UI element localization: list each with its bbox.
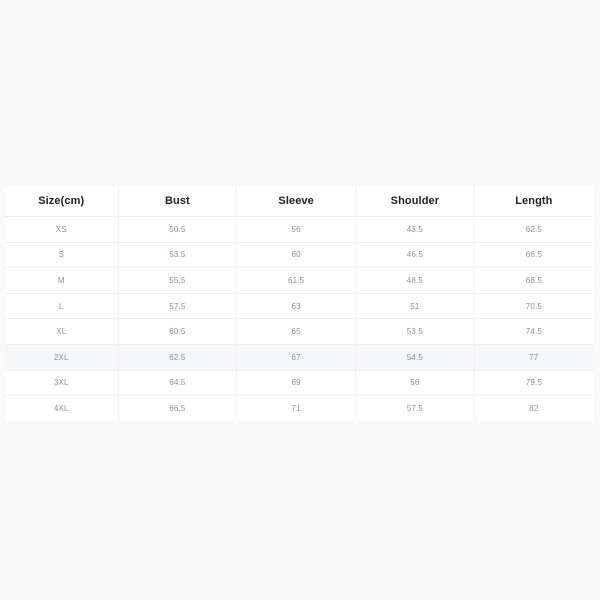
table-row: 4XL 66.5 71 57.5 82 (5, 395, 593, 421)
column-header-size: Size(cm) (5, 186, 119, 217)
table-body: XS 50.5 56 43.5 62.5 S 53.5 60 46.5 66.5 M 55.5 61.5… (5, 216, 593, 421)
cell-shoulder: 51 (355, 293, 475, 320)
cell-bust: 62.5 (118, 344, 238, 371)
cell-bust: 53.5 (118, 242, 238, 269)
table-row: XS 50.5 56 43.5 62.5 (5, 216, 593, 243)
cell-size: XL (5, 318, 119, 345)
cell-sleeve: 61.5 (236, 267, 356, 294)
cell-length: 77 (474, 344, 593, 371)
cell-sleeve: 71 (236, 395, 356, 421)
cell-size: L (5, 293, 119, 320)
cell-sleeve: 65 (236, 318, 356, 345)
cell-sleeve: 56 (236, 216, 356, 243)
cell-shoulder: 43.5 (355, 216, 475, 243)
cell-shoulder: 46.5 (355, 242, 475, 269)
cell-shoulder: 53.5 (355, 318, 475, 345)
cell-bust: 55.5 (118, 267, 238, 294)
cell-length: 79.5 (474, 370, 593, 397)
cell-length: 74.5 (474, 318, 593, 345)
cell-sleeve: 60 (236, 242, 356, 269)
cell-length: 70.5 (474, 293, 593, 320)
header-row: Size(cm) Bust Sleeve Shoulder Length (5, 186, 593, 217)
cell-size: 2XL (5, 344, 119, 371)
cell-shoulder: 57.5 (355, 395, 475, 421)
cell-size: S (5, 242, 119, 269)
cell-length: 68.5 (474, 267, 593, 294)
column-header-shoulder: Shoulder (355, 186, 475, 217)
cell-size: 4XL (5, 395, 119, 421)
table-row: 2XL 62.5 67 54.5 77 (5, 344, 593, 371)
table-row: XL 60.5 65 53.5 74.5 (5, 318, 593, 345)
size-chart-table: Size(cm) Bust Sleeve Shoulder Length XS 5… (5, 186, 593, 421)
column-header-bust: Bust (118, 186, 238, 217)
cell-shoulder: 48.5 (355, 267, 475, 294)
cell-bust: 60.5 (118, 318, 238, 345)
cell-bust: 50.5 (118, 216, 238, 243)
table-header: Size(cm) Bust Sleeve Shoulder Length (5, 186, 593, 217)
size-chart-container: Size(cm) Bust Sleeve Shoulder Length XS 5… (5, 186, 593, 421)
cell-size: 3XL (5, 370, 119, 397)
column-header-sleeve: Sleeve (236, 186, 356, 217)
cell-shoulder: 56 (355, 370, 475, 397)
table-row: L 57.5 63 51 70.5 (5, 293, 593, 320)
table-row: M 55.5 61.5 48.5 68.5 (5, 267, 593, 294)
cell-size: XS (5, 216, 119, 243)
cell-bust: 57.5 (118, 293, 238, 320)
table-row: S 53.5 60 46.5 66.5 (5, 242, 593, 269)
cell-size: M (5, 267, 119, 294)
cell-length: 66.5 (474, 242, 593, 269)
cell-shoulder: 54.5 (355, 344, 475, 371)
cell-bust: 64.5 (118, 370, 238, 397)
cell-sleeve: 63 (236, 293, 356, 320)
table-row: 3XL 64.5 69 56 79.5 (5, 370, 593, 397)
cell-length: 82 (529, 403, 539, 413)
cell-bust: 66.5 (118, 395, 238, 421)
cell-sleeve: 69 (236, 370, 356, 397)
cell-length: 62.5 (474, 216, 593, 243)
column-header-length: Length (474, 186, 593, 217)
cell-sleeve: 67 (236, 344, 356, 371)
